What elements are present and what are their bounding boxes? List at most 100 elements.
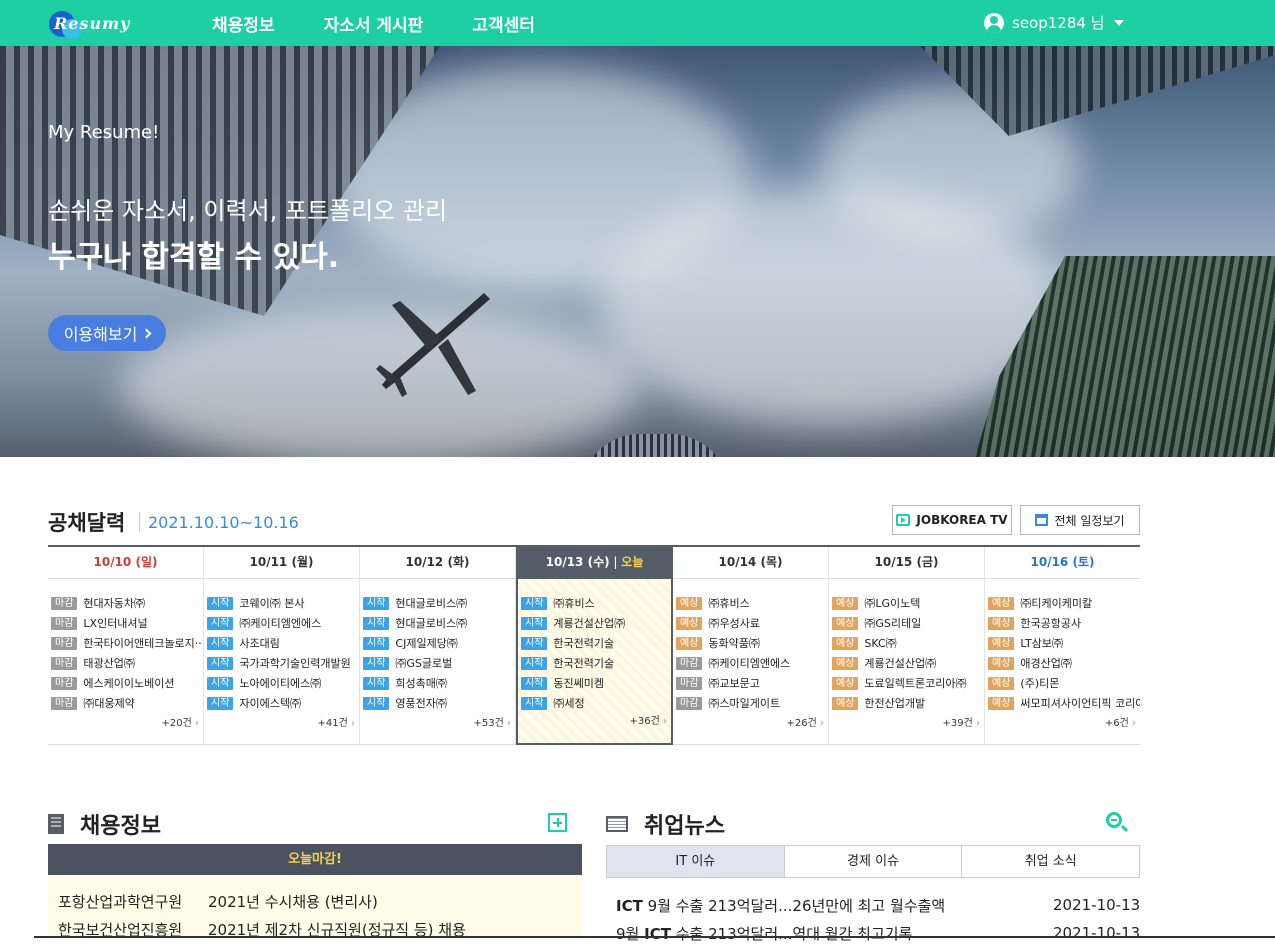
company-name: 한국공항공사 — [1020, 617, 1082, 630]
company-name: LX인터내셔널 — [83, 617, 148, 630]
status-badge: 마감 — [51, 596, 78, 610]
calendar-entry[interactable]: 시작 동진쎄미켐 — [521, 673, 671, 693]
company-name: 현대글로비스㈜ — [395, 617, 468, 630]
calendar-entry[interactable]: 시작 자이에스텍㈜ — [207, 693, 359, 713]
hero-headline-2: 누구나 합격할 수 있다. — [48, 240, 340, 275]
calendar-entry[interactable]: 시작 ㈜케이티엠엔에스 — [207, 613, 359, 633]
calendar-entry[interactable]: 예상 써모피셔사이언티픽 코리아 — [988, 693, 1140, 713]
calendar-entry[interactable]: 시작 사조대림 — [207, 633, 359, 653]
calendar-entry[interactable]: 예상 LT삼보㈜ — [988, 633, 1140, 653]
calendar-entry[interactable]: 예상 애경산업㈜ — [988, 653, 1140, 673]
company-name: 도료일렉트론코리아㈜ — [864, 677, 967, 690]
calendar-entry[interactable]: 시작 ㈜휴비스 — [521, 593, 671, 613]
calendar-entry[interactable]: 예상 계룡건설산업㈜ — [832, 653, 984, 673]
company-name: ㈜LG이노텍 — [864, 597, 921, 610]
calendar-entry[interactable]: 시작 현대글로비스㈜ — [363, 593, 515, 613]
calendar-day-header[interactable]: 10/13 (수) | 오늘 — [518, 547, 671, 579]
calendar-entry[interactable]: 마감 태광산업㈜ — [51, 653, 203, 673]
news-keyword: ICT — [616, 897, 643, 915]
calendar-entry[interactable]: 시작 코웨이㈜ 본사 — [207, 593, 359, 613]
calendar-entry[interactable]: 시작 영풍전자㈜ — [363, 693, 515, 713]
company-name: ㈜세정 — [553, 697, 585, 710]
calendar-entry[interactable]: 예상 ㈜GS리테일 — [832, 613, 984, 633]
company-name: ㈜티케이케미칼 — [1020, 597, 1093, 610]
calendar-entry[interactable]: 시작 ㈜세정 — [521, 693, 671, 713]
calendar-entry[interactable]: 예상 한전산업개발 — [832, 693, 984, 713]
top-navbar: Resumy 채용정보 자소서 게시판 고객센터 seop1284 님 — [0, 0, 1275, 46]
calendar-entry[interactable]: 예상 동화약품㈜ — [676, 633, 828, 653]
more-count-link[interactable]: +6건 › — [1105, 714, 1136, 729]
calendar-entry[interactable]: 시작 ㈜GS글로벌 — [363, 653, 515, 673]
calendar-entry[interactable]: 시작 희성촉매㈜ — [363, 673, 515, 693]
menu-jobs[interactable]: 채용정보 — [212, 11, 275, 36]
calendar-entry[interactable]: 시작 노아에이티에스㈜ — [207, 673, 359, 693]
calendar-day-header[interactable]: 10/11 (월) — [204, 547, 359, 579]
status-badge: 마감 — [51, 636, 78, 650]
tab-job-news[interactable]: 취업 소식 — [962, 846, 1140, 877]
all-schedule-button[interactable]: 전체 일정보기 — [1020, 505, 1140, 535]
calendar-entry[interactable]: 예상 ㈜휴비스 — [676, 593, 828, 613]
company-name: 동화약품㈜ — [708, 637, 760, 650]
calendar-entry[interactable]: 마감 현대자동차㈜ — [51, 593, 203, 613]
status-badge: 시작 — [521, 616, 548, 630]
more-count-link[interactable]: +20건 › — [162, 714, 200, 729]
company-name: 태광산업㈜ — [83, 657, 135, 670]
more-count-link[interactable]: +36건 › — [630, 712, 668, 727]
company-name: ㈜휴비스 — [553, 597, 595, 610]
jobkorea-tv-button[interactable]: JOBKOREA TV — [892, 505, 1012, 535]
calendar-day-header[interactable]: 10/16 (토) — [985, 547, 1140, 579]
calendar-entry[interactable]: 시작 CJ제일제당㈜ — [363, 633, 515, 653]
calendar-entry[interactable]: 시작 한국전력기술 — [521, 633, 671, 653]
calendar-entry[interactable]: 마감 ㈜케이티엠엔에스 — [676, 653, 828, 673]
more-count-link[interactable]: +39건 › — [943, 714, 981, 729]
calendar-entry[interactable]: 마감 ㈜교보문고 — [676, 673, 828, 693]
calendar-entry[interactable]: 예상 ㈜우성사료 — [676, 613, 828, 633]
status-badge: 마감 — [51, 676, 78, 690]
job-item[interactable]: 포항산업과학연구원 2021년 수시채용 (변리사) — [58, 891, 378, 912]
calendar-entry[interactable]: 예상 한국공항공사 — [988, 613, 1140, 633]
status-badge: 예상 — [988, 656, 1015, 670]
news-headline: 수출 213억달러...역대 월간 최고기록 — [670, 925, 913, 943]
calendar-day-header[interactable]: 10/12 (화) — [360, 547, 515, 579]
menu-customer-center[interactable]: 고객센터 — [472, 11, 535, 36]
calendar-entry[interactable]: 예상 도료일렉트론코리아㈜ — [832, 673, 984, 693]
calendar-entry[interactable]: 시작 한국전력기술 — [521, 653, 671, 673]
tab-economy-issue[interactable]: 경제 이슈 — [784, 846, 963, 877]
calendar-entry[interactable]: 예상 (주)티몬 — [988, 673, 1140, 693]
status-badge: 예상 — [988, 676, 1015, 690]
day-date: 10/10 — [93, 555, 132, 569]
calendar-entry[interactable]: 마감 한국타이어앤테크놀로지·· — [51, 633, 203, 653]
tab-it-issue[interactable]: IT 이슈 — [607, 846, 785, 877]
calendar-entry[interactable]: 마감 LX인터내셔널 — [51, 613, 203, 633]
calendar-entry[interactable]: 시작 국가과학기술인력개발원 — [207, 653, 359, 673]
status-badge: 예상 — [832, 636, 859, 650]
status-badge: 시작 — [521, 596, 548, 610]
job-company: 포항산업과학연구원 — [58, 893, 183, 911]
calendar-day-header[interactable]: 10/10 (일) — [48, 547, 203, 579]
user-menu[interactable]: seop1284 님 — [984, 12, 1125, 33]
more-count-link[interactable]: +41건 › — [318, 714, 356, 729]
more-count-link[interactable]: +53건 › — [474, 714, 512, 729]
zoom-in-icon[interactable] — [1106, 812, 1122, 828]
resumy-logo[interactable]: Resumy — [46, 9, 150, 39]
status-badge: 시작 — [521, 696, 548, 710]
calendar-day: 10/12 (화) 시작 현대글로비스㈜ 시작 현대글로비스㈜ 시작 CJ제일제당㈜ 시작 ㈜G… — [360, 547, 516, 745]
try-it-button[interactable]: 이용해보기 — [48, 315, 166, 351]
calendar-day-header[interactable]: 10/15 (금) — [829, 547, 984, 579]
plus-icon[interactable] — [548, 813, 567, 832]
status-badge: 예상 — [832, 696, 859, 710]
menu-essay-board[interactable]: 자소서 게시판 — [324, 11, 424, 36]
calendar-entry[interactable]: 예상 ㈜LG이노텍 — [832, 593, 984, 613]
calendar-entry[interactable]: 시작 계룡건설산업㈜ — [521, 613, 671, 633]
calendar-day-header[interactable]: 10/14 (목) — [673, 547, 828, 579]
divider — [139, 512, 140, 532]
calendar-entry[interactable]: 마감 ㈜대웅제약 — [51, 693, 203, 713]
calendar-entry[interactable]: 예상 SKC㈜ — [832, 633, 984, 653]
more-count-link[interactable]: +26건 › — [787, 714, 825, 729]
news-item[interactable]: ICT 9월 수출 213억달러...26년만에 최고 월수출액 — [616, 895, 945, 916]
calendar-entry[interactable]: 마감 ㈜스마일게이트 — [676, 693, 828, 713]
calendar-entry[interactable]: 예상 ㈜티케이케미칼 — [988, 593, 1140, 613]
calendar-entry[interactable]: 마감 에스케이이노베이션 — [51, 673, 203, 693]
news-item[interactable]: 9월 ICT 수출 213억달러...역대 월간 최고기록 — [616, 923, 912, 944]
calendar-entry[interactable]: 시작 현대글로비스㈜ — [363, 613, 515, 633]
